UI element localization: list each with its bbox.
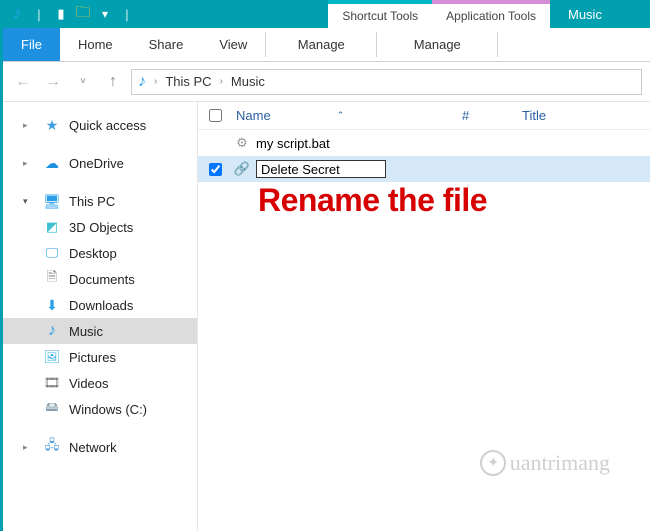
watermark: ✦ uantrimang xyxy=(480,450,610,476)
annotation-text: Rename the file xyxy=(258,182,487,219)
home-tab[interactable]: Home xyxy=(60,28,131,61)
chevron-right-icon[interactable]: ▸ xyxy=(23,158,33,169)
file-name-editing[interactable] xyxy=(252,160,650,178)
up-button[interactable]: ↑ xyxy=(101,70,125,94)
shortcut-tools-tab[interactable]: Shortcut Tools xyxy=(328,0,432,28)
view-tab[interactable]: View xyxy=(201,28,265,61)
main-area: ▸ ★ Quick access ▸ ☁ OneDrive ▾ 🖥 This P… xyxy=(3,102,650,531)
nav-documents[interactable]: 🗎 Documents xyxy=(3,266,197,292)
select-all-checkbox[interactable] xyxy=(198,109,232,122)
network-icon: 🖧 xyxy=(43,438,61,456)
nav-label: Pictures xyxy=(69,350,116,365)
file-tab[interactable]: File xyxy=(3,28,60,61)
file-row-selected[interactable]: 🔗 xyxy=(198,156,650,182)
nav-label: This PC xyxy=(69,194,115,209)
monitor-icon: 🖥 xyxy=(43,192,61,210)
application-tools-tab[interactable]: Application Tools xyxy=(432,0,550,28)
file-name[interactable]: my script.bat xyxy=(252,136,650,151)
nav-this-pc[interactable]: ▾ 🖥 This PC xyxy=(3,188,197,214)
window-title: Music xyxy=(550,0,650,28)
star-icon: ★ xyxy=(43,116,61,134)
nav-label: Downloads xyxy=(69,298,133,313)
recent-locations-dropdown[interactable]: ˅ xyxy=(71,70,95,94)
navigation-pane: ▸ ★ Quick access ▸ ☁ OneDrive ▾ 🖥 This P… xyxy=(3,102,198,531)
column-header-number[interactable]: # xyxy=(462,108,522,123)
nav-label: 3D Objects xyxy=(69,220,133,235)
breadcrumb-this-pc[interactable]: This PC xyxy=(165,74,211,89)
music-icon: ♪ xyxy=(138,73,146,91)
nav-network[interactable]: ▸ 🖧 Network xyxy=(3,434,197,460)
video-icon: 🎞 xyxy=(43,374,61,392)
picture-icon: 🖼 xyxy=(43,348,61,366)
qat-separator: | xyxy=(31,6,47,22)
column-label: Name xyxy=(236,108,271,123)
chevron-right-icon[interactable]: › xyxy=(220,76,223,87)
manage-application-tab[interactable]: Manage xyxy=(377,28,497,61)
folder-icon[interactable]: 🗀 xyxy=(75,6,91,22)
nav-3d-objects[interactable]: ◩ 3D Objects xyxy=(3,214,197,240)
ribbon-tabs: File Home Share View Manage Manage xyxy=(3,28,650,62)
nav-label: Videos xyxy=(69,376,109,391)
manage-shortcut-tab[interactable]: Manage xyxy=(266,28,376,61)
nav-label: Network xyxy=(69,440,117,455)
nav-label: Windows (C:) xyxy=(69,402,147,417)
cloud-icon: ☁ xyxy=(43,154,61,172)
chevron-right-icon[interactable]: ▸ xyxy=(23,442,33,453)
nav-downloads[interactable]: ⬇ Downloads xyxy=(3,292,197,318)
nav-music[interactable]: ♪ Music xyxy=(3,318,197,344)
share-tab[interactable]: Share xyxy=(131,28,202,61)
qat-dropdown-icon[interactable]: ▾ xyxy=(97,6,113,22)
nav-label: OneDrive xyxy=(69,156,124,171)
shortcut-file-icon: 🔗 xyxy=(232,161,252,177)
chevron-right-icon[interactable]: ▸ xyxy=(23,120,33,131)
contextual-tool-tabs: Shortcut Tools Application Tools xyxy=(328,0,550,28)
nav-label: Quick access xyxy=(69,118,146,133)
nav-label: Documents xyxy=(69,272,135,287)
column-header-name[interactable]: Name ⌃ xyxy=(232,108,462,123)
quick-access-toolbar: ♪ | ▮ 🗀 ▾ | xyxy=(3,0,141,28)
chevron-right-icon[interactable]: › xyxy=(154,76,157,87)
bat-file-icon: ⚙ xyxy=(232,135,252,151)
nav-onedrive[interactable]: ▸ ☁ OneDrive xyxy=(3,150,197,176)
watermark-text: uantrimang xyxy=(510,450,610,476)
ribbon-separator xyxy=(497,32,498,57)
watermark-badge-icon: ✦ xyxy=(480,450,506,476)
drive-icon: 🖴 xyxy=(43,400,61,418)
desktop-icon: 🖵 xyxy=(43,244,61,262)
breadcrumb-path[interactable]: ♪ › This PC › Music xyxy=(131,69,642,95)
nav-pictures[interactable]: 🖼 Pictures xyxy=(3,344,197,370)
file-list-pane: Name ⌃ # Title ⚙ my script.bat 🔗 Rename … xyxy=(198,102,650,531)
sort-ascending-icon: ⌃ xyxy=(337,110,345,121)
document-icon: 🗎 xyxy=(43,270,61,288)
file-row[interactable]: ⚙ my script.bat xyxy=(198,130,650,156)
download-icon: ⬇ xyxy=(43,296,61,314)
qat-separator: | xyxy=(119,6,135,22)
address-bar: ← → ˅ ↑ ♪ › This PC › Music xyxy=(3,62,650,102)
nav-windows-c[interactable]: 🖴 Windows (C:) xyxy=(3,396,197,422)
rename-input[interactable] xyxy=(256,160,386,178)
nav-videos[interactable]: 🎞 Videos xyxy=(3,370,197,396)
breadcrumb-music[interactable]: Music xyxy=(231,74,265,89)
row-checkbox[interactable] xyxy=(198,163,232,176)
music-icon: ♪ xyxy=(43,322,61,340)
save-icon[interactable]: ▮ xyxy=(53,6,69,22)
forward-button[interactable]: → xyxy=(41,70,65,94)
nav-label: Music xyxy=(69,324,103,339)
chevron-down-icon[interactable]: ▾ xyxy=(23,196,33,207)
music-icon: ♪ xyxy=(9,6,25,22)
back-button[interactable]: ← xyxy=(11,70,35,94)
window-titlebar: ♪ | ▮ 🗀 ▾ | Shortcut Tools Application T… xyxy=(3,0,650,28)
nav-label: Desktop xyxy=(69,246,117,261)
column-headers: Name ⌃ # Title xyxy=(198,102,650,130)
column-header-title[interactable]: Title xyxy=(522,108,650,123)
nav-desktop[interactable]: 🖵 Desktop xyxy=(3,240,197,266)
nav-quick-access[interactable]: ▸ ★ Quick access xyxy=(3,112,197,138)
cube-icon: ◩ xyxy=(43,218,61,236)
